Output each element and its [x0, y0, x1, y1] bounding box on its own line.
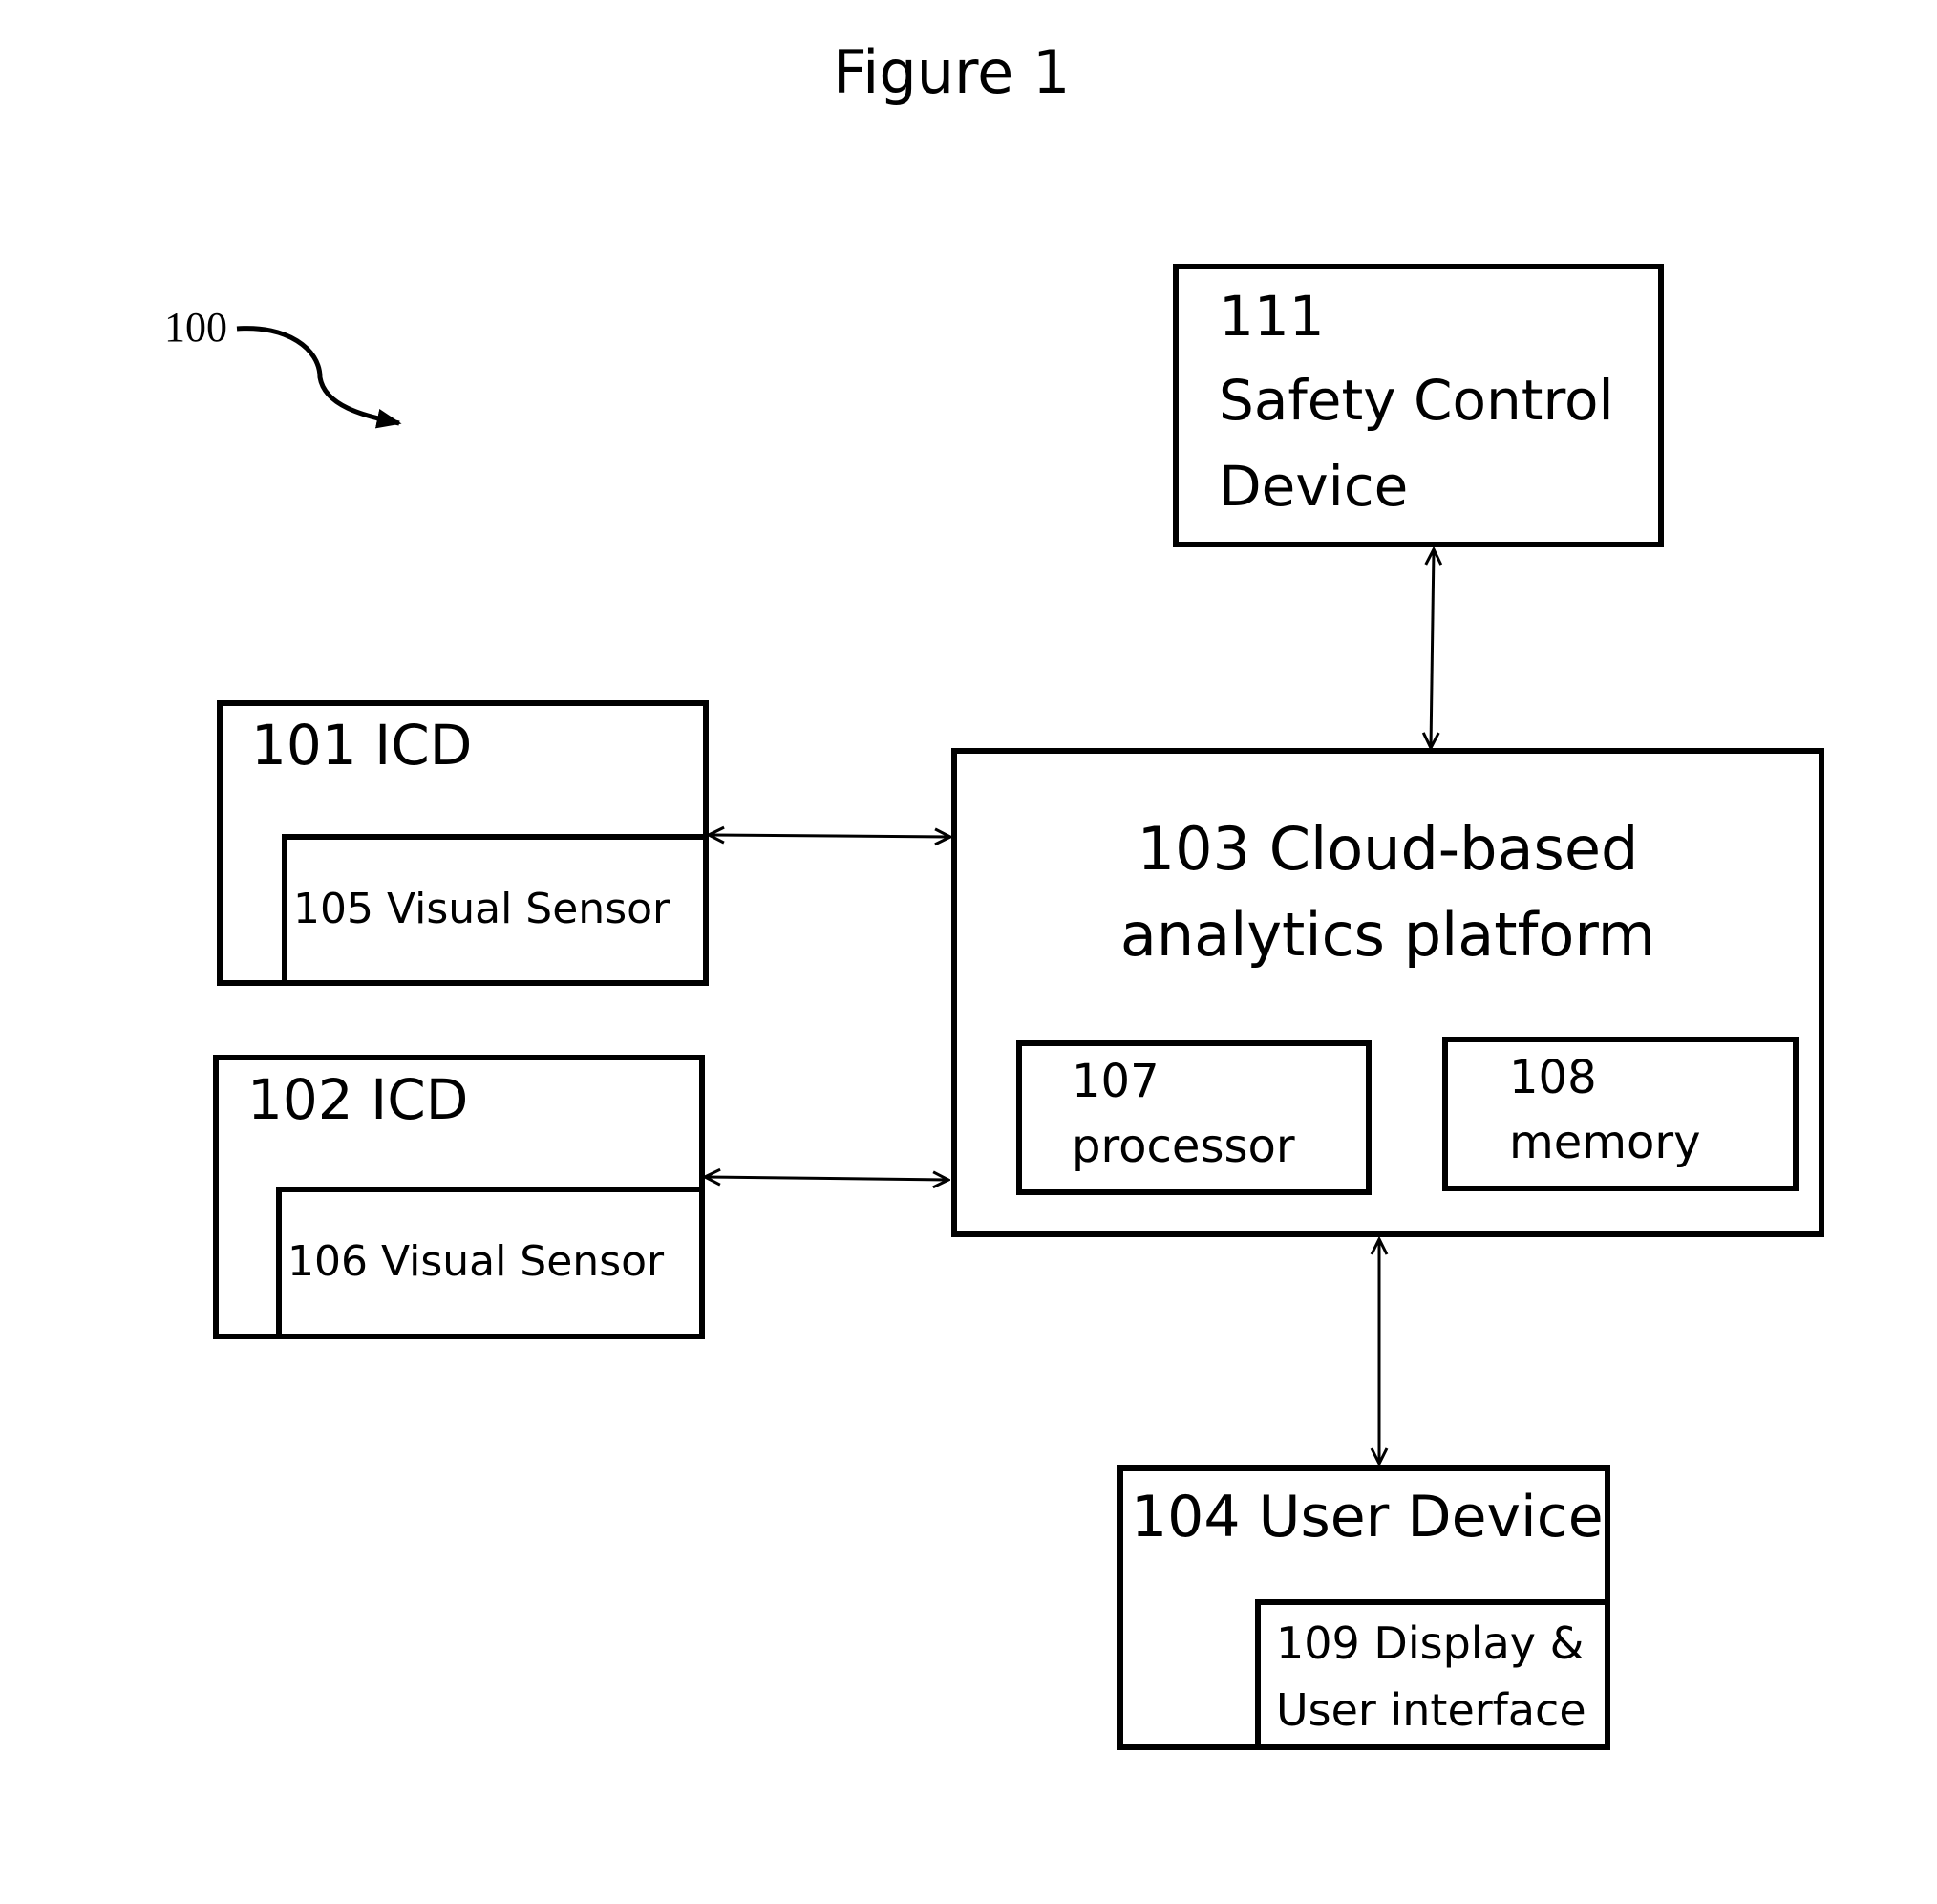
arrow-101-103 — [709, 835, 950, 837]
processor-label: processor — [1072, 1120, 1295, 1173]
memory-label: memory — [1509, 1116, 1701, 1169]
reference-arrow — [236, 326, 402, 429]
memory-number: 108 — [1509, 1051, 1597, 1104]
user-device-label: 104 User Device — [1131, 1484, 1604, 1551]
user-device-104-box: 104 User Device 109 Display & User inter… — [1118, 1465, 1610, 1750]
safety-label-line1: Safety Control — [1219, 368, 1614, 433]
icd-101-box: 101 ICD 105 Visual Sensor — [217, 700, 709, 986]
visual-sensor-105-box: 105 Visual Sensor — [282, 834, 709, 986]
memory-108-box: 108 memory — [1442, 1037, 1799, 1191]
visual-sensor-105-label: 105 Visual Sensor — [293, 885, 670, 933]
display-ui-109-box: 109 Display & User interface — [1255, 1599, 1610, 1750]
safety-label-line2: Device — [1219, 454, 1409, 519]
processor-107-box: 107 processor — [1016, 1040, 1372, 1195]
visual-sensor-106-box: 106 Visual Sensor — [276, 1187, 705, 1339]
icd-102-box: 102 ICD 106 Visual Sensor — [213, 1055, 705, 1339]
cloud-analytics-platform-box: 103 Cloud-based analytics platform 107 p… — [951, 748, 1824, 1237]
processor-number: 107 — [1072, 1055, 1160, 1108]
platform-label-line1: 103 Cloud-based — [1137, 814, 1639, 884]
visual-sensor-106-label: 106 Visual Sensor — [287, 1237, 665, 1286]
arrow-111-103 — [1431, 549, 1434, 748]
safety-control-device-box: 111 Safety Control Device — [1173, 264, 1664, 547]
display-ui-line1: 109 Display & — [1276, 1617, 1585, 1669]
platform-label-line2: analytics platform — [1119, 900, 1656, 970]
safety-number: 111 — [1219, 284, 1325, 349]
display-ui-line2: User interface — [1276, 1684, 1586, 1736]
icd-101-label: 101 ICD — [251, 713, 473, 778]
icd-102-label: 102 ICD — [247, 1067, 469, 1132]
arrow-102-103 — [705, 1177, 948, 1180]
